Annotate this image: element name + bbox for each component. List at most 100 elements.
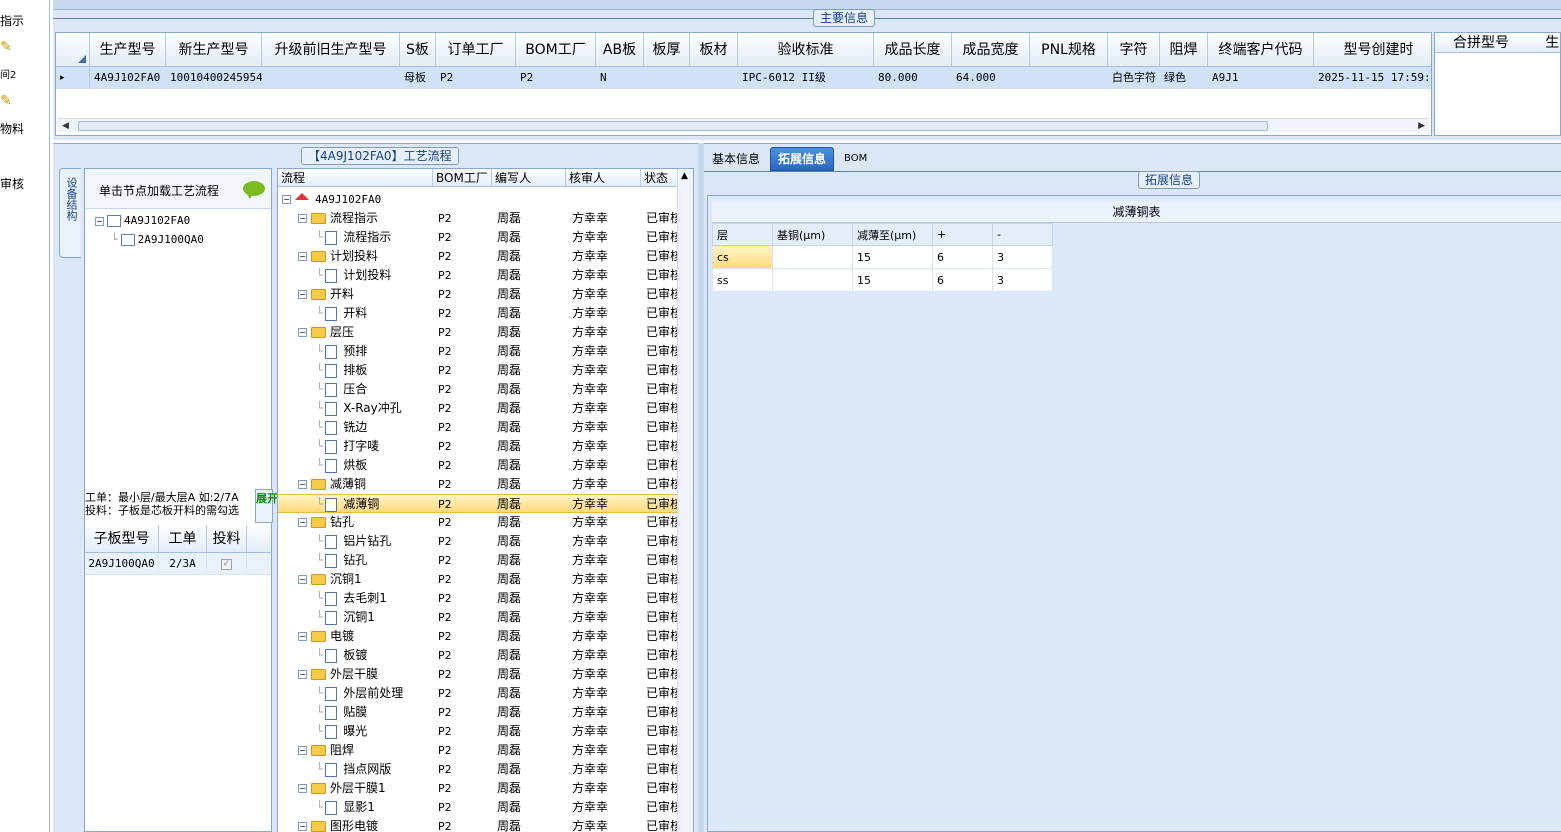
collapse-icon[interactable]: − xyxy=(298,784,307,793)
column-header[interactable]: 订单工厂 xyxy=(436,33,516,66)
flow-column-header[interactable]: BOM工厂 xyxy=(433,169,492,186)
flow-row[interactable]: └开料P2周磊方幸幸已审核 xyxy=(278,304,678,323)
horizontal-scrollbar[interactable]: ◀ ▶ xyxy=(58,118,1429,132)
table-row[interactable]: cs 15 6 3 xyxy=(712,245,1053,269)
scroll-right-icon[interactable]: ▶ xyxy=(1418,119,1425,133)
scroll-left-icon[interactable]: ◀ xyxy=(62,119,69,133)
collapse-icon[interactable]: − xyxy=(298,632,307,641)
table-cell[interactable]: 3 xyxy=(992,268,1053,292)
collapse-icon[interactable]: − xyxy=(298,822,307,831)
flow-column-header[interactable]: 核审人 xyxy=(566,169,641,186)
flow-row[interactable]: └铝片钻孔P2周磊方幸幸已审核 xyxy=(278,532,678,551)
column-header[interactable]: 终端客户代码 xyxy=(1208,33,1314,66)
tree-node-child[interactable]: └ 2A9J100QA0 xyxy=(111,233,204,246)
collapse-icon[interactable]: − xyxy=(298,746,307,755)
collapse-icon[interactable]: − xyxy=(298,480,307,489)
flow-row[interactable]: └压合P2周磊方幸幸已审核 xyxy=(278,380,678,399)
table-cell[interactable] xyxy=(772,245,853,269)
nav-item-indicate[interactable]: 指示 xyxy=(0,12,24,29)
column-header[interactable]: 字符 xyxy=(1108,33,1160,66)
column-header[interactable]: BOM工厂 xyxy=(516,33,596,66)
table-row[interactable]: ▸ 4A9J102FA0 10010400245954 母板 P2 P2 N IPC-6012… xyxy=(56,67,1431,89)
flow-row[interactable]: └X-Ray冲孔P2周磊方幸幸已审核 xyxy=(278,399,678,418)
table-cell[interactable]: 15 xyxy=(852,245,933,269)
flow-column-header[interactable]: 状态 xyxy=(641,169,678,186)
flow-row[interactable]: └沉铜1P2周磊方幸幸已审核 xyxy=(278,608,678,627)
process-flow-tree[interactable]: 流程 BOM工厂 编写人 核审人 状态 −4A9J102FA0− 流程指示 P2 周磊 方幸幸已… xyxy=(277,168,694,832)
table-cell[interactable]: 6 xyxy=(932,245,993,269)
side-tab-equipment[interactable]: 设备结构 xyxy=(59,168,81,258)
table-cell[interactable]: 6 xyxy=(932,268,993,292)
flow-row[interactable]: └打字唛P2周磊方幸幸已审核 xyxy=(278,437,678,456)
flow-row[interactable]: └挡点网版P2周磊方幸幸已审核 xyxy=(278,760,678,779)
flow-row[interactable]: └钻孔P2周磊方幸幸已审核 xyxy=(278,551,678,570)
collapse-icon[interactable]: − xyxy=(298,252,307,261)
flow-row[interactable]: − 电镀 P2 周磊 方幸幸 已审核 xyxy=(278,627,678,646)
flow-row[interactable]: └烘板P2周磊方幸幸已审核 xyxy=(278,456,678,475)
collapse-icon[interactable]: − xyxy=(95,216,104,226)
flow-row[interactable]: └减薄铜P2周磊方幸幸已审核 xyxy=(278,494,678,513)
tree-node-root[interactable]: − 4A9J102FA0 xyxy=(95,214,190,227)
collapse-icon[interactable]: − xyxy=(298,518,307,527)
nav-item-2[interactable]: 间2 xyxy=(0,66,16,81)
column-header[interactable]: 型号创建时 xyxy=(1314,33,1431,66)
flow-row[interactable]: − 图形电镀 P2 周磊 方幸幸 已审核 xyxy=(278,817,678,832)
row-selector[interactable]: ▸ xyxy=(56,67,90,89)
sub-board-grid[interactable]: 子板型号 工单 投料 2A9J100QA0 2/3A ✓ xyxy=(85,525,271,575)
flow-row[interactable]: └贴膜P2周磊方幸幸已审核 xyxy=(278,703,678,722)
collapse-icon[interactable]: − xyxy=(298,670,307,679)
flow-column-header[interactable]: 编写人 xyxy=(492,169,566,186)
table-column-header[interactable]: - xyxy=(992,223,1053,246)
table-cell[interactable] xyxy=(772,268,853,292)
tab-bom[interactable]: BOM xyxy=(836,147,875,171)
collapse-icon[interactable]: − xyxy=(298,290,307,299)
scroll-thumb[interactable] xyxy=(78,121,1268,131)
expand-button[interactable]: 展开 xyxy=(255,489,278,523)
column-header[interactable]: AB板 xyxy=(596,33,644,66)
table-row[interactable]: 2A9J100QA0 2/3A ✓ xyxy=(85,553,271,575)
flow-row[interactable]: └计划投料P2周磊方幸幸已审核 xyxy=(278,266,678,285)
feed-checkbox[interactable]: ✓ xyxy=(207,553,247,574)
flow-row[interactable]: − 钻孔 P2 周磊 方幸幸 已审核 xyxy=(278,513,678,532)
column-header[interactable]: 阻焊 xyxy=(1160,33,1208,66)
table-cell[interactable]: 3 xyxy=(992,245,1053,269)
table-column-header[interactable]: 基铜(μm) xyxy=(772,223,853,246)
column-header[interactable]: 生产型号 xyxy=(90,33,166,66)
table-column-header[interactable]: + xyxy=(932,223,993,246)
flow-row[interactable]: └曝光P2周磊方幸幸已审核 xyxy=(278,722,678,741)
column-header[interactable]: 升级前旧生产型号 xyxy=(262,33,400,66)
flow-row[interactable]: └排板P2周磊方幸幸已审核 xyxy=(278,361,678,380)
flow-row[interactable]: − 层压 P2 周磊 方幸幸 已审核 xyxy=(278,323,678,342)
column-header[interactable]: PNL规格 xyxy=(1030,33,1108,66)
column-header[interactable]: 新生产型号 xyxy=(166,33,262,66)
merge-model-panel[interactable]: 合拼型号 生 xyxy=(1434,32,1561,136)
tab-extended-info[interactable]: 拓展信息 xyxy=(770,147,835,171)
flow-row[interactable]: └板镀P2周磊方幸幸已审核 xyxy=(278,646,678,665)
flow-row[interactable]: └预排P2周磊方幸幸已审核 xyxy=(278,342,678,361)
table-column-header[interactable]: 减薄至(μm) xyxy=(852,223,933,246)
tab-basic-info[interactable]: 基本信息 xyxy=(704,147,768,171)
vertical-scrollbar[interactable]: ▲ xyxy=(677,169,693,832)
table-cell[interactable]: 15 xyxy=(852,268,933,292)
table-row[interactable]: ss 15 6 3 xyxy=(712,268,1053,292)
collapse-icon[interactable]: − xyxy=(298,328,307,337)
flow-row[interactable]: − 开料 P2 周磊 方幸幸 已审核 xyxy=(278,285,678,304)
column-header[interactable]: S板 xyxy=(400,33,436,66)
flow-row[interactable]: └去毛刺1P2周磊方幸幸已审核 xyxy=(278,589,678,608)
flow-row[interactable]: − 外层干膜1 P2 周磊 方幸幸 已审核 xyxy=(278,779,678,798)
collapse-icon[interactable]: − xyxy=(282,195,291,204)
scroll-up-icon[interactable]: ▲ xyxy=(681,171,688,181)
copper-thinning-table[interactable]: 层基铜(μm) 减薄至(μm) + - cs 15 6 3 ss 15 6 3 xyxy=(712,223,1053,292)
flow-row[interactable]: − 减薄铜 P2 周磊 方幸幸 已审核 xyxy=(278,475,678,494)
flow-row[interactable]: − 阻焊 P2 周磊 方幸幸 已审核 xyxy=(278,741,678,760)
nav-item-material[interactable]: 物料 xyxy=(0,120,24,137)
table-column-header[interactable]: 层 xyxy=(712,223,773,246)
tree-root-row[interactable]: − 4A9J102FA0 xyxy=(278,190,678,209)
flow-row[interactable]: − 计划投料 P2 周磊 方幸幸 已审核 xyxy=(278,247,678,266)
column-header[interactable]: 验收标准 xyxy=(738,33,874,66)
column-header[interactable]: 板材 xyxy=(690,33,738,66)
column-header[interactable]: 板厚 xyxy=(644,33,690,66)
flow-row[interactable]: └流程指示P2周磊方幸幸已审核 xyxy=(278,228,678,247)
flow-row[interactable]: − 外层干膜 P2 周磊 方幸幸 已审核 xyxy=(278,665,678,684)
flow-row[interactable]: └外层前处理P2周磊方幸幸已审核 xyxy=(278,684,678,703)
